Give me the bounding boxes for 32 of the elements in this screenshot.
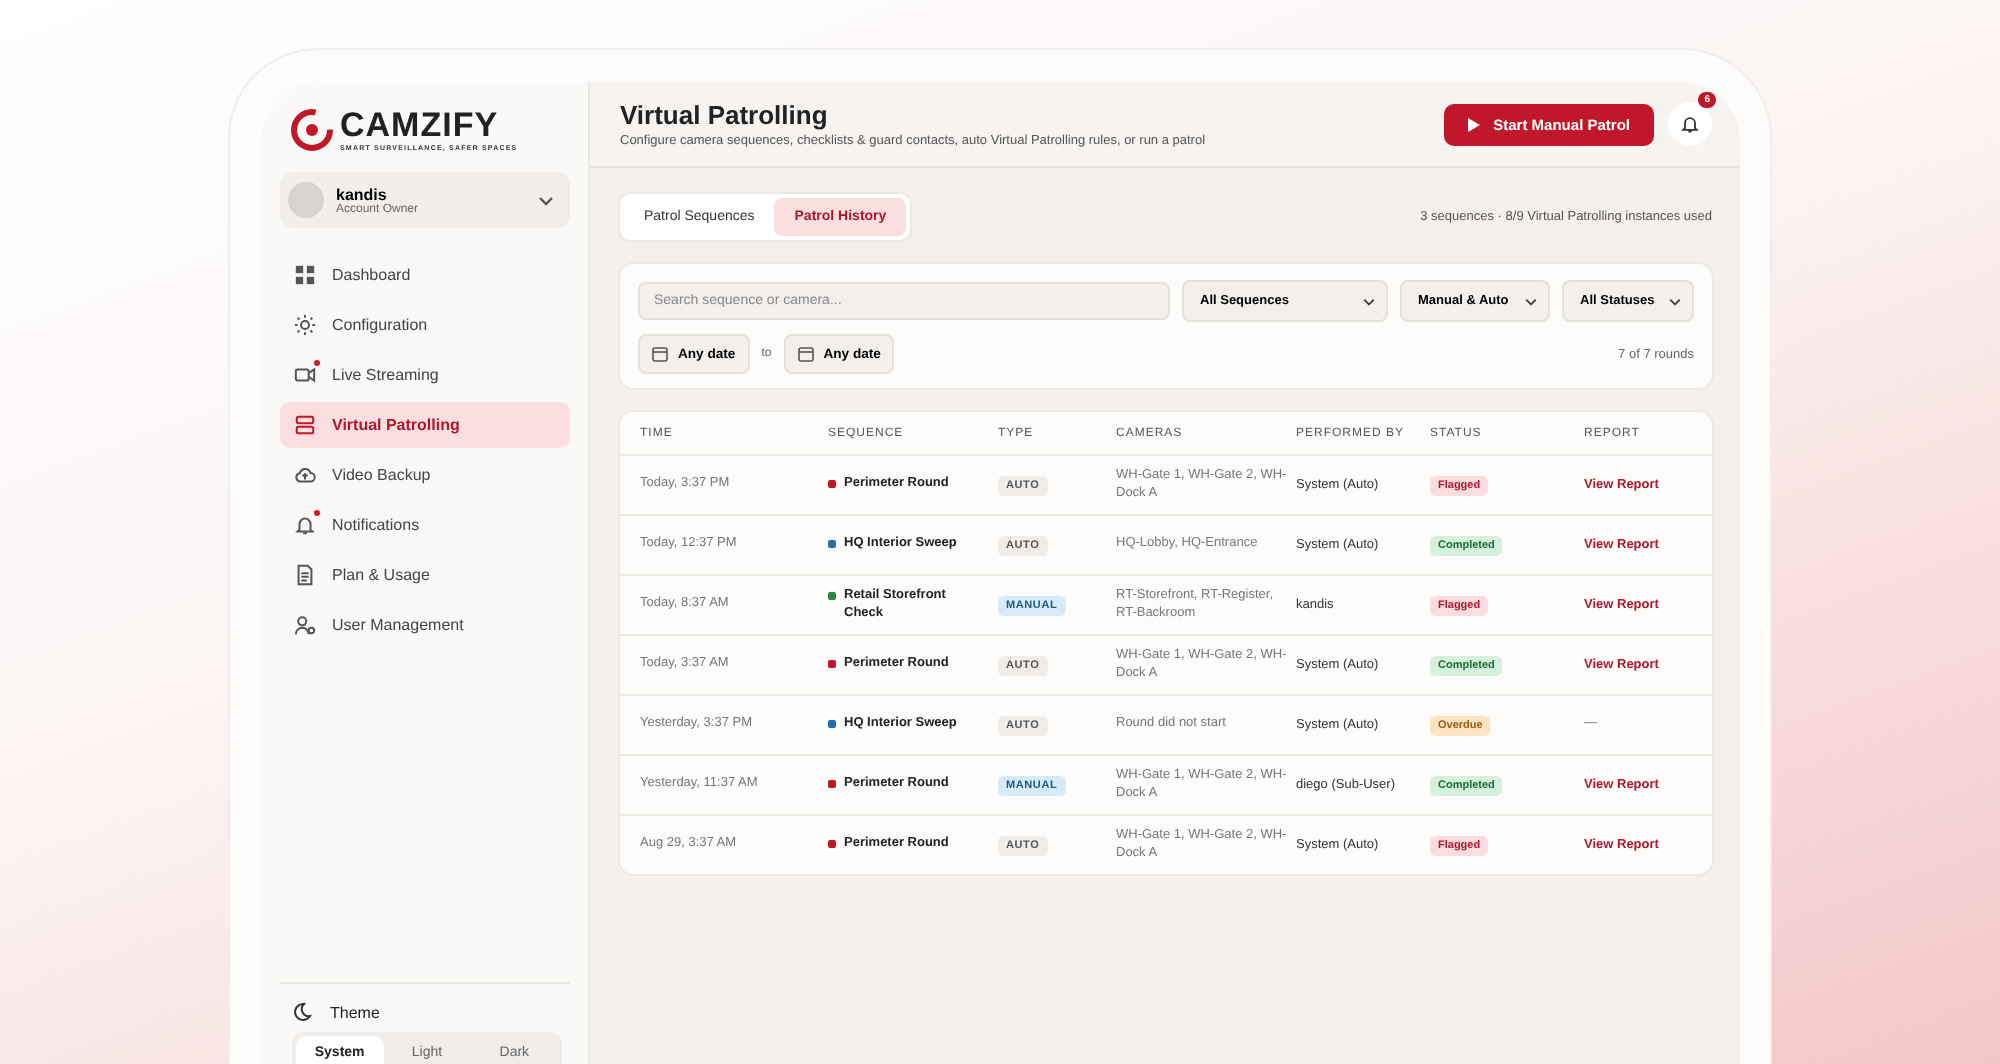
brand-name: CAMZIFY (340, 108, 501, 144)
moon-icon (292, 1002, 312, 1022)
nav-item[interactable]: Live Streaming (280, 352, 570, 398)
nav-item[interactable]: Plan & Usage (280, 552, 570, 598)
nav-item[interactable]: Virtual Patrolling (280, 402, 570, 448)
sun-icon (294, 314, 316, 336)
bell-icon (1680, 112, 1700, 136)
chevron-down-icon (1524, 297, 1538, 305)
chevron-down-icon (538, 195, 554, 205)
stack-icon (294, 414, 316, 436)
chevron-down-icon (1668, 297, 1682, 305)
notifications-button[interactable] (1668, 102, 1712, 146)
theme-label: Theme (330, 1003, 380, 1021)
camera-logo-icon (290, 108, 334, 152)
nav-item[interactable]: Video Backup (280, 452, 570, 498)
chevron-down-icon (1362, 297, 1376, 305)
user-name: kandis (336, 185, 387, 203)
avatar (288, 182, 324, 218)
nav-item[interactable]: Configuration (280, 302, 570, 348)
bell-icon (294, 514, 316, 536)
grid-icon (294, 264, 316, 286)
nav-item[interactable]: User Management (280, 602, 570, 648)
nav-item[interactable]: Dashboard (280, 252, 570, 298)
users-icon (294, 614, 316, 636)
page-title: Virtual Patrolling (620, 100, 830, 130)
calendar-icon (652, 346, 668, 362)
cloud-icon (294, 464, 316, 486)
play-icon (1467, 117, 1480, 131)
doc-icon (294, 564, 316, 586)
camera-icon (294, 364, 316, 386)
calendar-icon (797, 346, 814, 362)
nav-item[interactable]: Notifications (280, 502, 570, 548)
